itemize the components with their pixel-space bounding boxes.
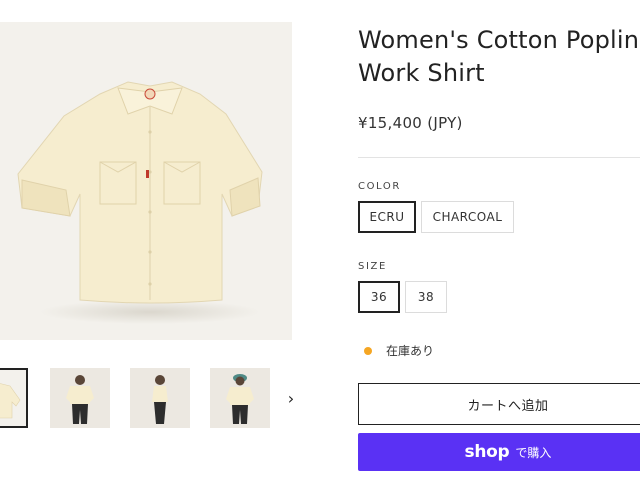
thumbnail-strip xyxy=(0,368,310,430)
color-label: COLOR xyxy=(358,181,401,192)
stock-text: 在庫あり xyxy=(386,344,435,358)
product-price: ¥15,400 (JPY) xyxy=(358,114,463,132)
stock-status: 在庫あり xyxy=(364,342,434,359)
divider xyxy=(358,157,640,158)
thumbnail-model-back[interactable] xyxy=(210,368,270,428)
product-main-image[interactable] xyxy=(0,22,292,340)
product-title: Women's Cotton Poplin Work Shirt xyxy=(358,24,640,90)
thumbnail-model-side[interactable] xyxy=(130,368,190,428)
size-option-36[interactable]: 36 xyxy=(358,281,400,313)
shop-pay-button[interactable]: shop で購入 xyxy=(358,433,640,471)
thumbnail-shirt-flat[interactable] xyxy=(0,368,28,428)
thumbnail-model-front[interactable] xyxy=(50,368,110,428)
shirt-illustration xyxy=(17,81,263,324)
color-option-ecru[interactable]: ECRU xyxy=(358,201,416,233)
product-title-line1: Women's Cotton Poplin xyxy=(358,26,640,54)
shop-pay-text: で購入 xyxy=(515,445,552,460)
stock-dot-icon xyxy=(364,346,372,355)
chevron-right-icon[interactable]: › xyxy=(282,388,300,410)
product-title-line2: Work Shirt xyxy=(358,59,485,87)
add-to-cart-button[interactable]: カートへ追加 xyxy=(358,383,640,425)
size-label: SIZE xyxy=(358,261,387,272)
shop-pay-logo: shop xyxy=(464,442,510,462)
size-option-38[interactable]: 38 xyxy=(405,281,447,313)
color-option-charcoal[interactable]: CHARCOAL xyxy=(421,201,514,233)
